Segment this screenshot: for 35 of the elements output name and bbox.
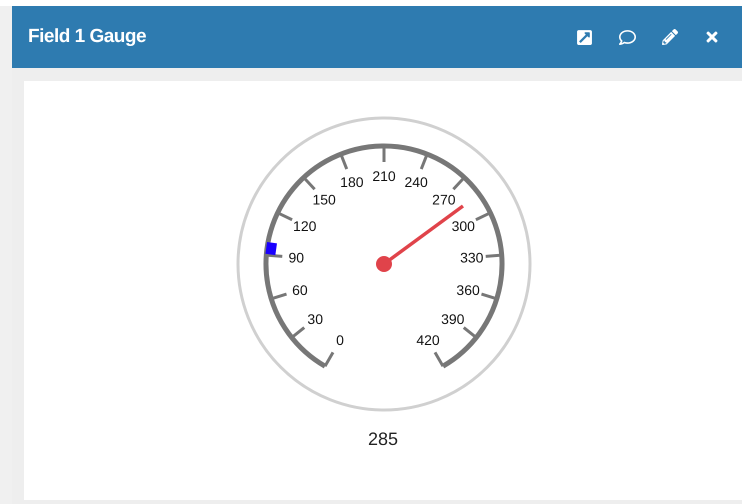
gauge-tick bbox=[462, 326, 478, 339]
gauge-tick bbox=[452, 176, 466, 190]
gauge-tick-label: 60 bbox=[292, 282, 308, 298]
gauge-tick bbox=[486, 254, 502, 258]
gauge-tick-label: 0 bbox=[336, 332, 344, 348]
gauge-tick-label: 180 bbox=[340, 174, 364, 190]
gauge-tick bbox=[420, 154, 428, 170]
close-icon[interactable] bbox=[704, 29, 720, 45]
gauge-tick bbox=[266, 254, 282, 258]
gauge-tick-label: 390 bbox=[441, 310, 464, 327]
gauge-tick-label: 210 bbox=[372, 168, 396, 184]
gauge-tick-label: 120 bbox=[293, 218, 316, 234]
gauge-tick bbox=[481, 292, 498, 300]
gauge-tick-label: 360 bbox=[456, 282, 480, 298]
gauge-tick bbox=[290, 326, 306, 339]
panel-title: Field 1 Gauge bbox=[28, 24, 146, 49]
gauge-tick-label: 30 bbox=[307, 310, 323, 327]
gauge-value: 285 bbox=[368, 428, 398, 451]
gauge-tick bbox=[302, 176, 316, 190]
gauge-tick-label: 150 bbox=[312, 192, 336, 208]
gauge-tick-label: 240 bbox=[404, 174, 428, 190]
gauge-tick-label: 300 bbox=[452, 218, 475, 234]
gauge-tick-label: 90 bbox=[288, 249, 304, 266]
gauge-tick-label: 420 bbox=[416, 332, 440, 348]
comment-icon[interactable] bbox=[619, 28, 636, 46]
gauge-marker bbox=[265, 242, 277, 256]
gauge-tick bbox=[475, 211, 491, 222]
gauge-tick bbox=[340, 154, 348, 170]
gauge-tick bbox=[277, 211, 293, 222]
gauge-tick-label: 270 bbox=[432, 192, 456, 208]
gauge-tick-label: 330 bbox=[460, 249, 484, 266]
edit-icon[interactable] bbox=[662, 29, 678, 45]
gauge-tick bbox=[270, 292, 287, 300]
gauge-tick bbox=[382, 146, 386, 162]
external-link-icon[interactable] bbox=[576, 28, 593, 46]
